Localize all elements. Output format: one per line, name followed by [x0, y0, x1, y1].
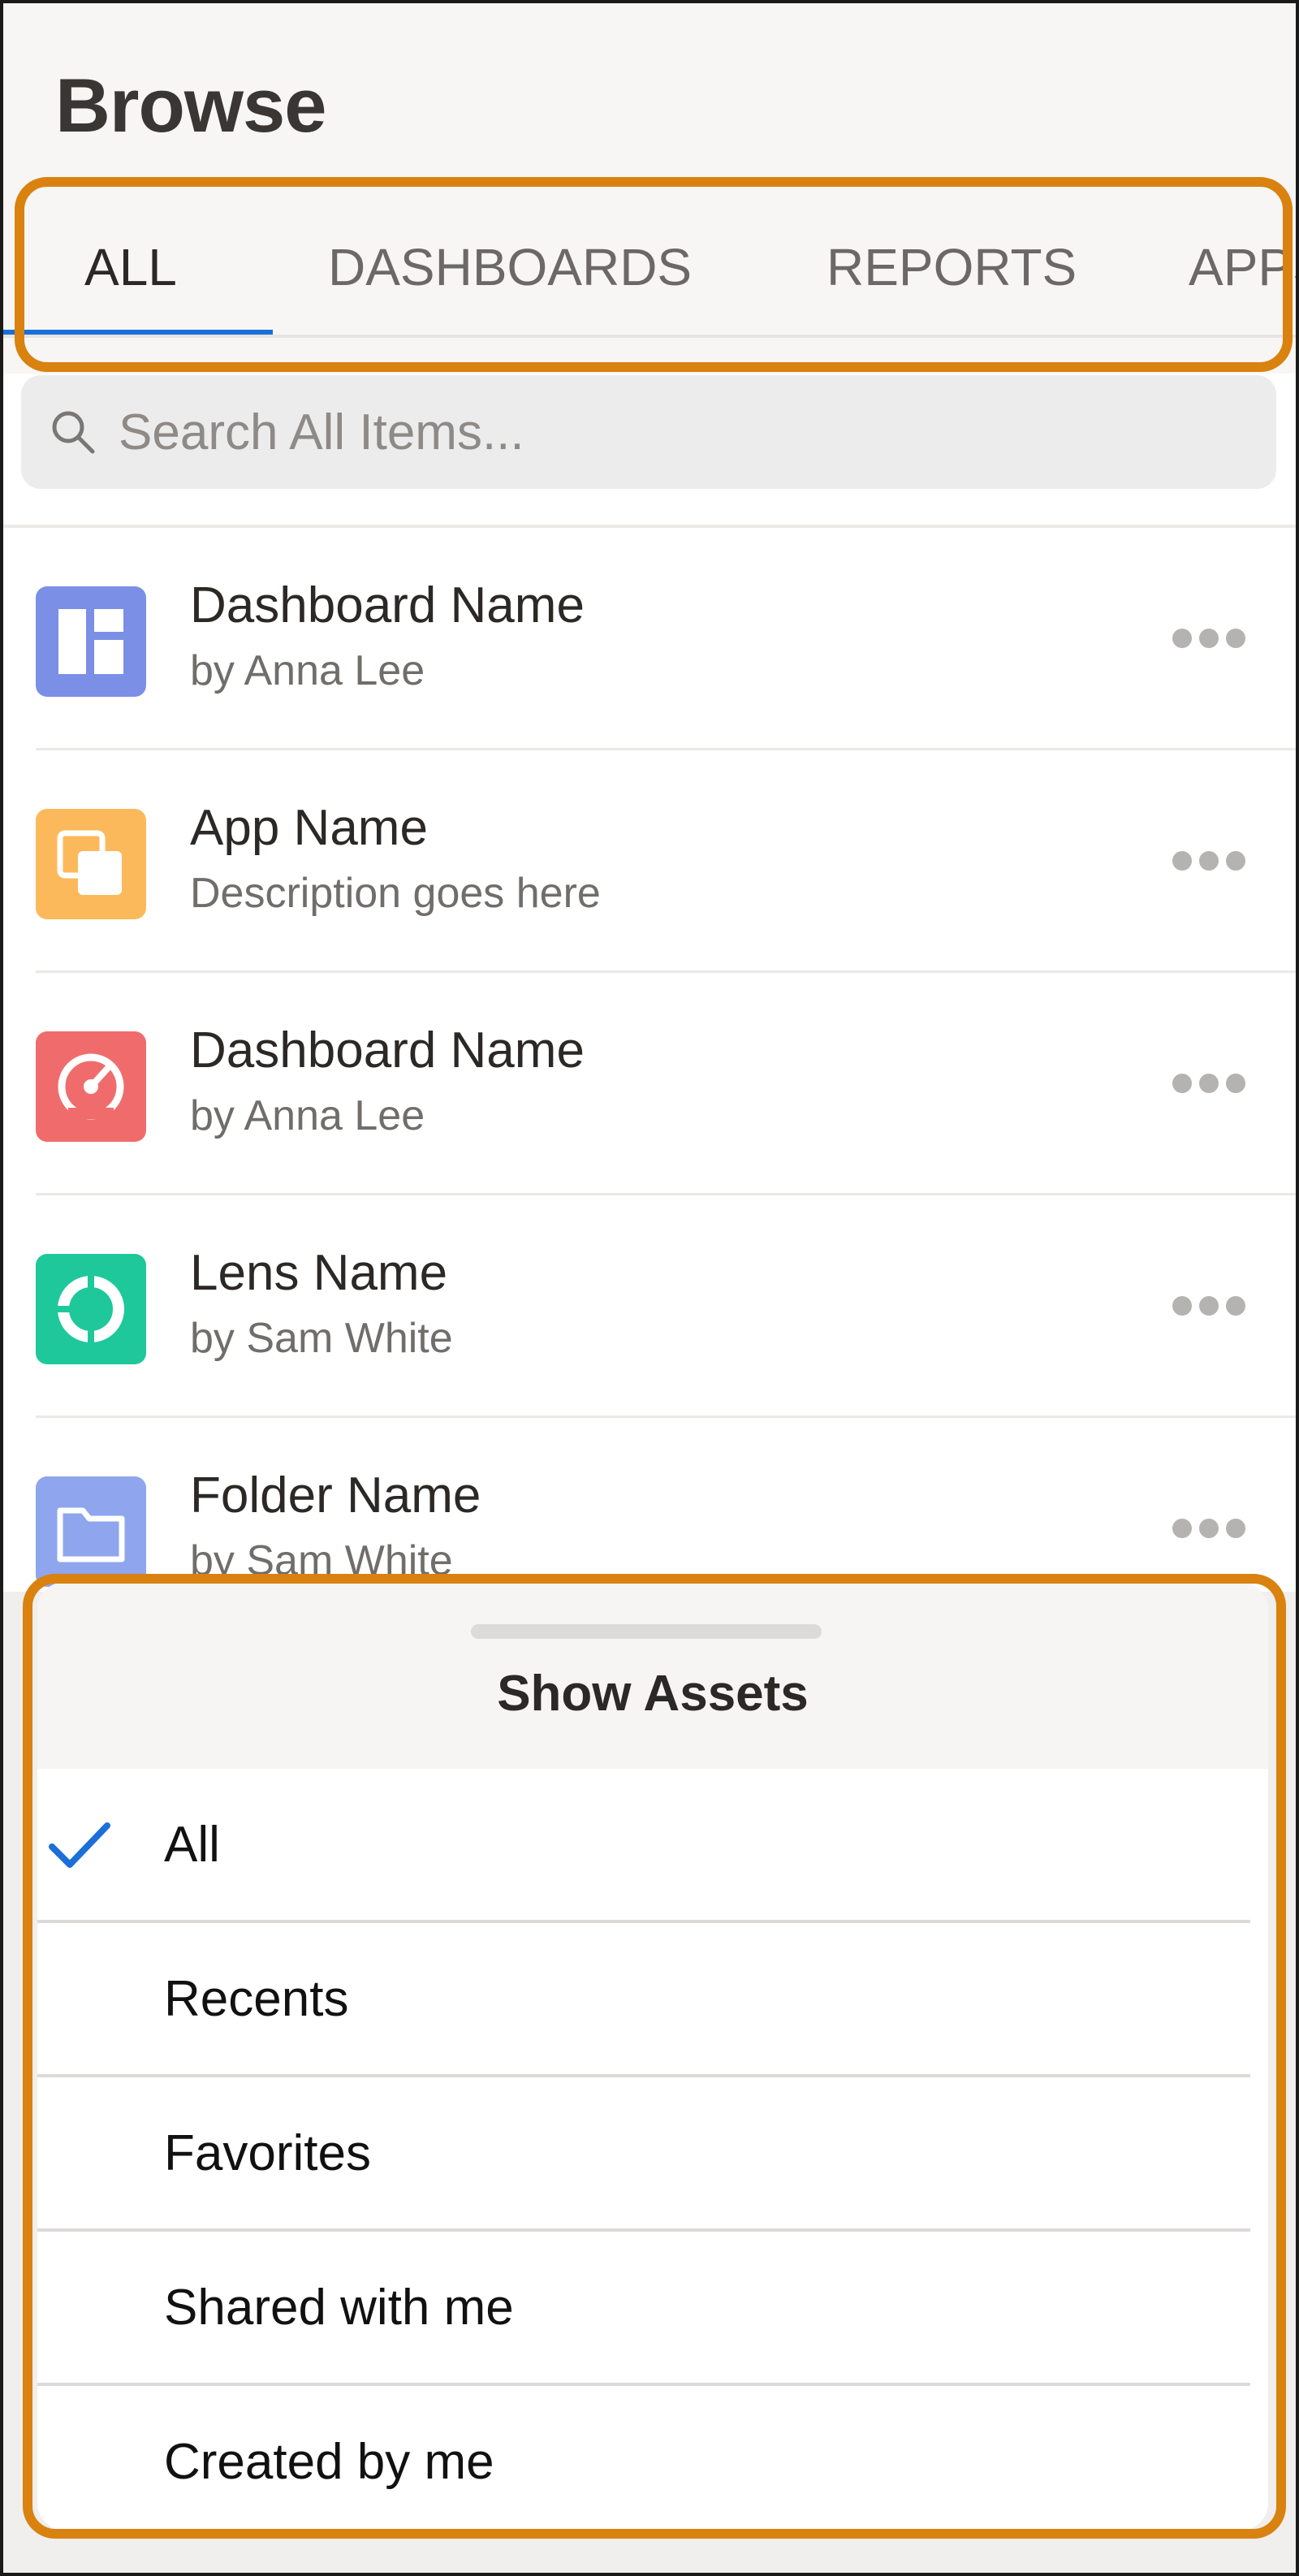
- show-assets-sheet: Show Assets All Recents Favorites Shared…: [37, 1582, 1268, 2531]
- option-label: Recents: [164, 1971, 349, 2027]
- gauge-icon: [36, 1031, 146, 1142]
- tabs-divider: [3, 335, 1296, 338]
- more-options-icon[interactable]: [1172, 1512, 1245, 1545]
- search-icon: [52, 411, 95, 454]
- more-options-icon[interactable]: [1172, 845, 1245, 877]
- tab-dashboards[interactable]: DASHBOARDS: [328, 237, 692, 297]
- sheet-grabber[interactable]: [471, 1624, 822, 1639]
- more-options-icon[interactable]: [1172, 622, 1245, 655]
- option-favorites[interactable]: Favorites: [37, 2077, 1268, 2232]
- sheet-title: Show Assets: [497, 1666, 809, 1722]
- item-title: Dashboard Name: [190, 1022, 585, 1078]
- tab-apps[interactable]: APPS: [1189, 237, 1296, 297]
- list-item[interactable]: App Name Description goes here: [3, 750, 1296, 973]
- option-label: All: [164, 1817, 220, 1873]
- more-options-icon[interactable]: [1172, 1290, 1245, 1322]
- checkmark-icon: [49, 1822, 110, 1868]
- app-frame: Browse ALL DASHBOARDS REPORTS APPS Dashb…: [0, 0, 1299, 2576]
- item-subtitle: by Anna Lee: [190, 647, 425, 694]
- tab-bar: ALL DASHBOARDS REPORTS APPS: [3, 190, 1296, 336]
- item-subtitle: Description goes here: [190, 870, 601, 917]
- dashboard-layout-icon: [36, 586, 146, 697]
- item-title: App Name: [190, 800, 428, 856]
- option-label: Shared with me: [164, 2280, 514, 2336]
- item-subtitle: by Anna Lee: [190, 1092, 425, 1139]
- item-subtitle: by Sam White: [190, 1537, 453, 1584]
- item-title: Dashboard Name: [190, 577, 585, 633]
- option-label: Favorites: [164, 2125, 371, 2181]
- option-shared-with-me[interactable]: Shared with me: [37, 2232, 1268, 2386]
- option-created-by-me[interactable]: Created by me: [37, 2386, 1268, 2531]
- item-subtitle: by Sam White: [190, 1315, 453, 1362]
- item-title: Folder Name: [190, 1467, 481, 1524]
- page-title: Browse: [55, 63, 327, 148]
- search-bar[interactable]: [21, 375, 1276, 489]
- option-recents[interactable]: Recents: [37, 1923, 1268, 2077]
- list-item[interactable]: Dashboard Name by Anna Lee: [3, 528, 1296, 750]
- more-options-icon[interactable]: [1172, 1067, 1245, 1100]
- search-input[interactable]: [119, 403, 1276, 461]
- filter-options: All Recents Favorites Shared with me Cre…: [37, 1769, 1268, 2531]
- tab-reports[interactable]: REPORTS: [826, 237, 1077, 297]
- folder-icon: [36, 1476, 146, 1587]
- asset-list: Dashboard Name by Anna Lee App Name Desc…: [3, 528, 1296, 1640]
- option-label: Created by me: [164, 2434, 494, 2490]
- tab-all[interactable]: ALL: [84, 237, 177, 297]
- app-icon: [36, 809, 146, 919]
- list-item[interactable]: Dashboard Name by Anna Lee: [3, 973, 1296, 1195]
- item-title: Lens Name: [190, 1245, 448, 1301]
- option-all[interactable]: All: [37, 1769, 1268, 1923]
- list-item[interactable]: Lens Name by Sam White: [3, 1195, 1296, 1418]
- lens-icon: [36, 1254, 146, 1364]
- sheet-header: Show Assets: [37, 1582, 1268, 1769]
